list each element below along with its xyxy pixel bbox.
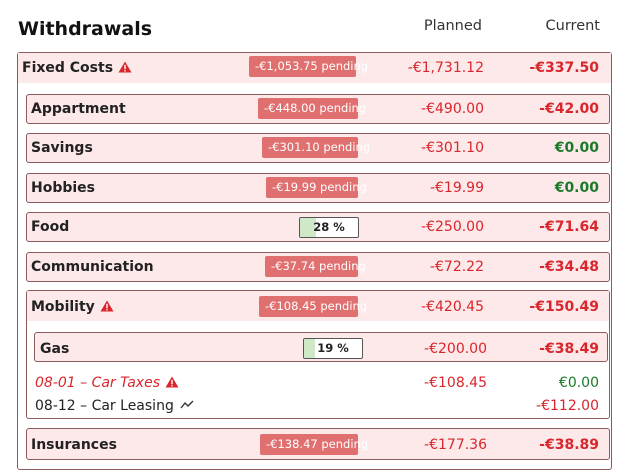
mobility-current: -€150.49 — [529, 299, 599, 315]
page-title: Withdrawals — [18, 18, 153, 40]
car-taxes-planned: -€108.45 — [424, 375, 487, 391]
insurances-pending-badge: -€138.47 pending — [260, 434, 368, 455]
car-leasing-current: -€112.00 — [536, 398, 599, 414]
hobbies-pending-badge: -€19.99 pending — [266, 177, 367, 198]
hobbies-current: €0.00 — [554, 180, 599, 196]
mobility-title: Mobility — [31, 299, 114, 315]
warning-icon — [100, 300, 114, 312]
warning-icon — [118, 61, 132, 73]
communication-current: -€34.48 — [539, 259, 599, 275]
insurances-current: -€38.89 — [539, 437, 599, 453]
fixed-costs-pending-badge: -€1,053.75 pending — [249, 56, 368, 77]
gas-planned: -€200.00 — [424, 341, 487, 357]
communication-label: Communication — [31, 259, 154, 275]
savings-planned: -€301.10 — [421, 140, 484, 156]
transaction-car-leasing[interactable]: 08-12 – Car Leasing — [35, 398, 194, 414]
hobbies-planned: -€19.99 — [429, 180, 484, 196]
gas-progress-text: 19 % — [317, 341, 349, 355]
appartment-planned: -€490.00 — [421, 101, 484, 117]
savings-current: €0.00 — [554, 140, 599, 156]
communication-planned: -€72.22 — [429, 259, 484, 275]
current-column-header: Current — [545, 18, 600, 34]
appartment-pending-badge: -€448.00 pending — [258, 98, 366, 119]
mobility-label: Mobility — [31, 299, 95, 315]
insurances-planned: -€177.36 — [424, 437, 487, 453]
trend-icon — [180, 400, 194, 409]
gas-label: Gas — [40, 341, 70, 357]
mobility-planned: -€420.45 — [421, 299, 484, 315]
food-planned: -€250.00 — [421, 219, 484, 235]
fixed-costs-current: -€337.50 — [529, 60, 599, 76]
fixed-costs-label: Fixed Costs — [22, 60, 114, 76]
hobbies-label: Hobbies — [31, 180, 96, 196]
transaction-car-taxes[interactable]: 08-01 – Car Taxes — [35, 375, 179, 391]
gas-current: -€38.49 — [539, 341, 599, 357]
savings-pending-badge: -€301.10 pending — [262, 137, 370, 158]
fixed-costs-planned: -€1,731.12 — [407, 60, 484, 76]
food-current: -€71.64 — [539, 219, 599, 235]
mobility-pending-badge: -€108.45 pending — [259, 296, 367, 317]
food-label: Food — [31, 219, 70, 235]
gas-progress-bar: 19 % — [303, 338, 363, 359]
fixed-costs-title: Fixed Costs — [22, 60, 132, 76]
communication-pending-badge: -€37.74 pending — [265, 256, 366, 277]
insurances-label: Insurances — [31, 437, 117, 453]
food-progress-text: 28 % — [313, 220, 345, 234]
appartment-label: Appartment — [31, 101, 126, 117]
car-taxes-current: €0.00 — [558, 375, 599, 391]
appartment-current: -€42.00 — [539, 101, 599, 117]
transaction-label: 08-01 – Car Taxes — [35, 375, 160, 391]
warning-icon — [165, 376, 179, 388]
planned-column-header: Planned — [423, 18, 482, 34]
savings-label: Savings — [31, 140, 93, 156]
food-progress-bar: 28 % — [299, 217, 359, 238]
transaction-label: 08-12 – Car Leasing — [35, 398, 174, 414]
